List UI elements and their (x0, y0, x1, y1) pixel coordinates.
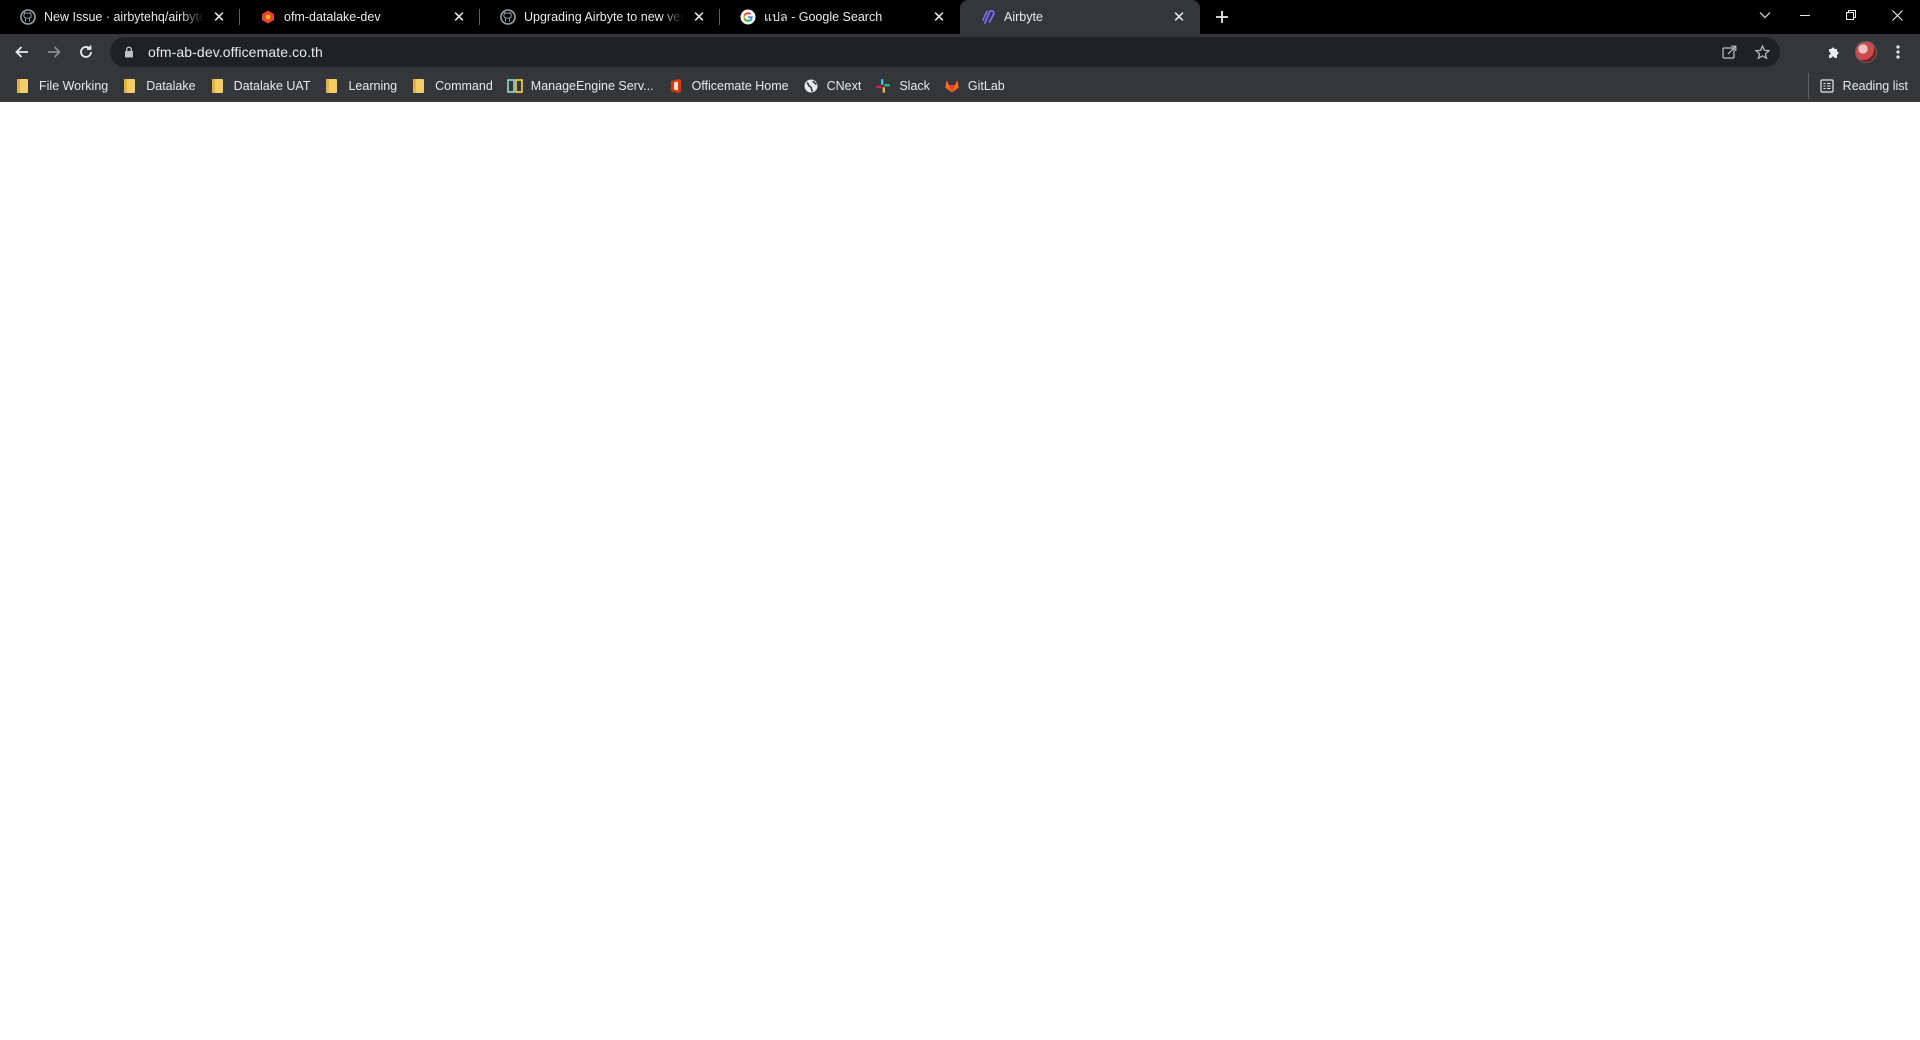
bookmark-label: Datalake UAT (233, 78, 311, 93)
chevron-down-icon (1759, 12, 1771, 19)
close-window-button[interactable] (1874, 0, 1920, 30)
close-icon[interactable]: ✕ (690, 8, 708, 26)
tab-title: ofm-datalake-dev (284, 10, 381, 24)
github-icon (500, 9, 516, 25)
puzzle-icon (1829, 47, 1839, 58)
github-icon (20, 9, 36, 25)
bookmark-label: Slack (899, 78, 930, 93)
forward-button[interactable] (40, 38, 68, 66)
tab-title: Airbyte (1004, 10, 1043, 24)
arrow-right-icon (48, 46, 61, 58)
arrow-left-icon (15, 46, 28, 58)
bookmark-label: CNext (826, 78, 862, 93)
share-icon (1721, 45, 1736, 59)
bookmark-gitlab[interactable]: GitLab (937, 73, 1012, 99)
new-tab-button[interactable] (1208, 3, 1236, 31)
close-icon[interactable]: ✕ (450, 8, 468, 26)
address-bar[interactable]: ofm-ab-dev.officemate.co.th (110, 37, 1780, 67)
reload-button[interactable] (72, 38, 100, 66)
minimize-icon (1800, 15, 1810, 16)
back-button[interactable] (8, 38, 36, 66)
restore-icon (1846, 10, 1856, 20)
bookmark-label: Datalake (146, 78, 196, 93)
airbyte-icon (980, 9, 996, 25)
profile-button[interactable] (1852, 38, 1880, 66)
omnibox-actions (1708, 41, 1774, 63)
tab-upgrading-airbyte[interactable]: Upgrading Airbyte to new version ✕ (480, 0, 720, 34)
bookmark-datalake-uat[interactable]: Datalake UAT (203, 73, 318, 99)
gitlab-icon (944, 78, 960, 94)
bookmark-label: File Working (39, 78, 109, 93)
extensions-button[interactable] (1820, 38, 1848, 66)
tab-strip: New Issue · airbytehq/airbyte ✕ ofm-data… (0, 0, 1920, 34)
tab-google-search[interactable]: แปล - Google Search ✕ (720, 0, 960, 34)
bookmark-cnext[interactable]: CNext (796, 73, 869, 99)
tab-search-button[interactable] (1750, 4, 1780, 26)
tab-ofm-datalake-dev[interactable]: ofm-datalake-dev ✕ (240, 0, 480, 34)
close-icon[interactable]: ✕ (210, 8, 228, 26)
reading-list-button[interactable]: Reading list (1807, 73, 1908, 99)
office-icon (668, 78, 684, 94)
folder-icon (411, 78, 427, 94)
folder-icon (210, 78, 226, 94)
bookmark-learning[interactable]: Learning (317, 73, 404, 99)
toolbar-right (1816, 38, 1912, 66)
star-icon (1754, 44, 1770, 60)
bookmark-file-working[interactable]: File Working (8, 73, 115, 99)
kebab-menu-icon (1896, 45, 1900, 59)
close-icon (1891, 9, 1903, 21)
tab-title: New Issue · airbytehq/airbyte (44, 10, 204, 24)
bookmark-command[interactable]: Command (404, 73, 500, 99)
minimize-button[interactable] (1782, 0, 1828, 30)
bookmark-manageengine[interactable]: ManageEngine Serv... (500, 73, 661, 99)
manageengine-icon (506, 78, 523, 94)
reading-list-icon (1819, 78, 1835, 94)
close-icon[interactable]: ✕ (1170, 8, 1188, 26)
page-content[interactable] (0, 103, 1920, 1040)
bookmark-officemate-home[interactable]: Officemate Home (661, 73, 796, 99)
tab-title: แปล - Google Search (764, 10, 883, 24)
slack-icon (875, 78, 891, 94)
browser-toolbar: ofm-ab-dev.officemate.co.th (0, 34, 1920, 70)
bookmarks-bar: File Working Datalake Datalake UAT Learn… (0, 70, 1920, 102)
gcp-icon (260, 9, 276, 25)
folder-icon (15, 78, 31, 94)
bookmark-datalake[interactable]: Datalake (115, 73, 202, 99)
reload-icon (80, 45, 92, 58)
url-text[interactable]: ofm-ab-dev.officemate.co.th (148, 44, 323, 60)
bookmark-label: Command (435, 78, 493, 93)
restore-button[interactable] (1828, 0, 1874, 30)
close-icon[interactable]: ✕ (930, 8, 948, 26)
bookmark-star-button[interactable] (1750, 41, 1774, 63)
share-button[interactable] (1717, 41, 1741, 63)
window-controls (1782, 0, 1920, 30)
avatar (1855, 41, 1877, 63)
bookmark-label: GitLab (967, 78, 1005, 93)
bookmark-label: Learning (348, 78, 398, 93)
bookmark-label: ManageEngine Serv... (530, 78, 654, 93)
bookmark-slack[interactable]: Slack (868, 73, 937, 99)
folder-icon (122, 78, 138, 94)
globe-icon (803, 78, 819, 94)
lock-icon[interactable] (122, 45, 136, 59)
menu-button[interactable] (1884, 38, 1912, 66)
google-icon (740, 9, 756, 25)
bookmark-label: Officemate Home (691, 78, 789, 93)
plus-icon (1216, 11, 1228, 23)
tab-airbyte[interactable]: Airbyte ✕ (960, 0, 1200, 34)
tab-new-issue[interactable]: New Issue · airbytehq/airbyte ✕ (0, 0, 240, 34)
tab-title: Upgrading Airbyte to new version (524, 10, 684, 24)
folder-icon (324, 78, 340, 94)
reading-list-label: Reading list (1842, 79, 1908, 93)
